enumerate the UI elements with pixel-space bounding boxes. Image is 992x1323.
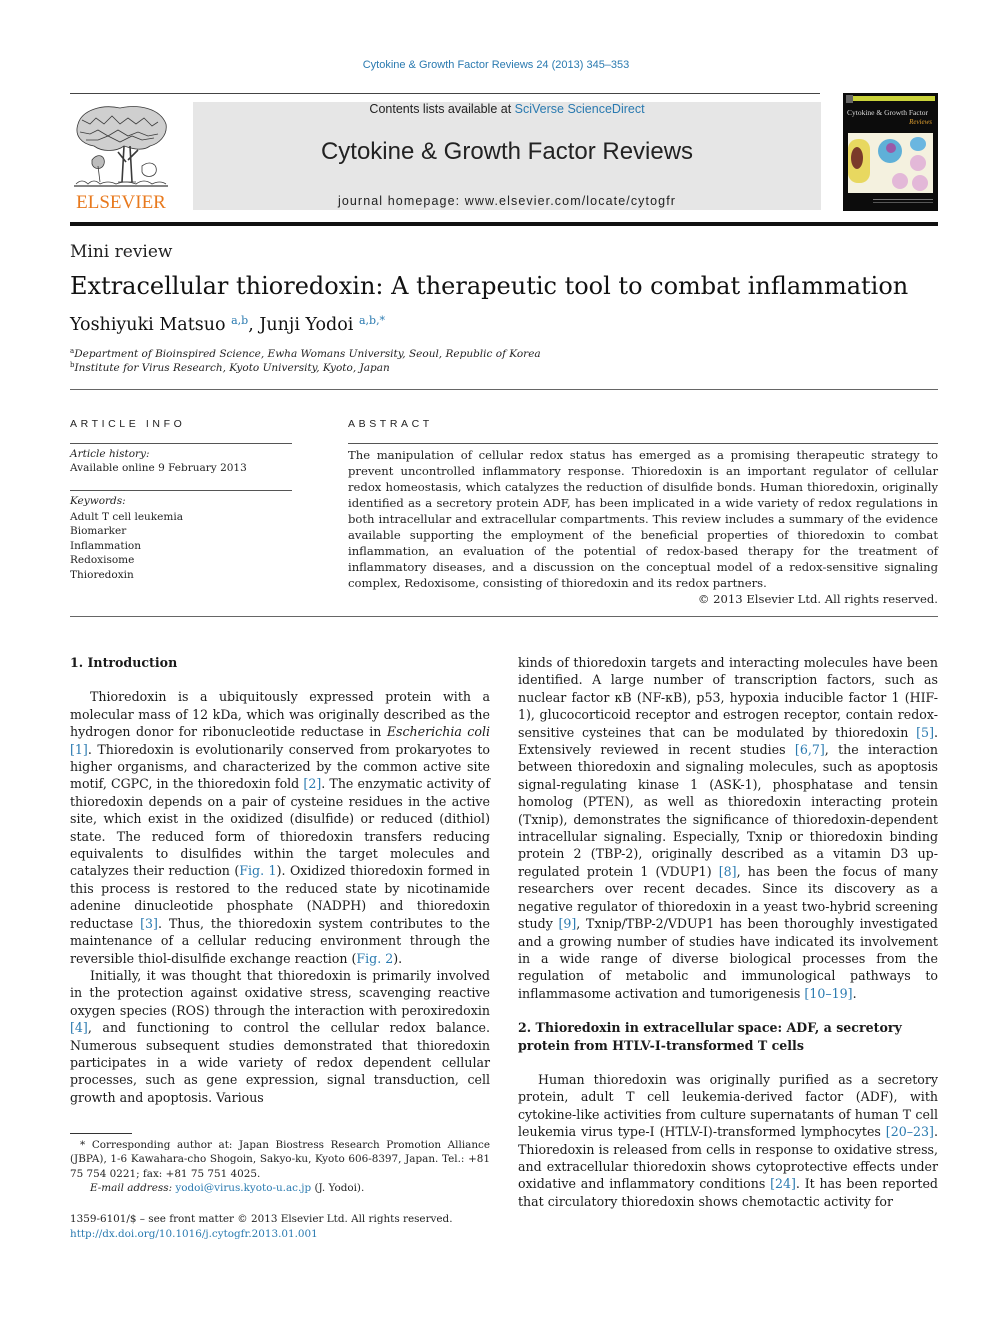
keyword-item: Inflammation: [70, 539, 142, 552]
body-paragraph-continued: kinds of thioredoxin targets and interac…: [518, 654, 938, 1002]
title-block-rule: [70, 389, 938, 390]
citation-link[interactable]: [2]: [303, 776, 321, 791]
affiliation-text: Institute for Virus Research, Kyoto Univ…: [74, 362, 390, 374]
contents-availability-line: Contents lists available at SciVerse Sci…: [193, 102, 821, 116]
author-separator: ,: [248, 315, 260, 335]
sciencedirect-link[interactable]: SciVerse ScienceDirect: [515, 102, 645, 116]
cover-cell-shape: [912, 175, 928, 191]
author-name: Junji Yodoi: [259, 315, 354, 335]
top-rule: [70, 93, 820, 94]
citation-link[interactable]: Fig. 2: [356, 951, 393, 966]
text-run: .: [852, 985, 857, 1001]
footnote-mark: *: [80, 1139, 86, 1151]
text-run: , the interaction between thioredoxin an…: [518, 742, 939, 879]
footnote-corresponding-text: Corresponding author at: Japan Biostress…: [70, 1139, 490, 1180]
article-history-label: Article history:: [70, 448, 150, 460]
front-matter: 1359-6101/$ – see front matter © 2013 El…: [70, 1212, 453, 1242]
abstract-end-rule: [70, 616, 938, 617]
keyword-item: Redoxisome: [70, 554, 135, 567]
citation-link[interactable]: [8]: [719, 864, 737, 879]
contents-prefix: Contents lists available at: [369, 102, 515, 116]
affiliation-a: aDepartment of Bioinspired Science, Ewha…: [70, 347, 541, 360]
cover-cell-shape: [910, 137, 926, 151]
text-run: kinds of thioredoxin targets and interac…: [518, 655, 938, 740]
cover-cell-shape: [886, 143, 896, 153]
journal-masthead-box: Contents lists available at SciVerse Sci…: [193, 102, 821, 210]
italic-text: Escherichia coli: [386, 724, 490, 740]
body-column-right: kinds of thioredoxin targets and interac…: [518, 654, 938, 1210]
journal-cover-thumbnail[interactable]: Cytokine & Growth Factor Reviews: [843, 93, 938, 211]
email-label: E-mail address:: [90, 1182, 176, 1195]
body-paragraph: Thioredoxin is a ubiquitously expressed …: [70, 688, 490, 967]
homepage-prefix: journal homepage:: [337, 194, 465, 208]
text-run: , Txnip/TBP-2/VDUP1 has been thoroughly …: [518, 916, 938, 1001]
cover-cell-shape: [892, 173, 908, 189]
affiliation-b: bInstitute for Virus Research, Kyoto Uni…: [70, 361, 390, 374]
article-history-value: Available online 9 February 2013: [70, 462, 247, 474]
author-affiliation-link[interactable]: a,b: [231, 314, 248, 327]
section-heading-extracellular: 2. Thioredoxin in extracellular space: A…: [518, 1020, 902, 1053]
keywords-label: Keywords:: [70, 495, 126, 507]
homepage-url[interactable]: www.elsevier.com/locate/cytogfr: [465, 194, 676, 208]
author-name: Yoshiyuki Matsuo: [70, 315, 226, 335]
citation-link[interactable]: [20–23]: [886, 1124, 934, 1139]
elsevier-wordmark: ELSEVIER: [76, 192, 166, 213]
cover-cell-shape: [851, 147, 863, 169]
citation-link[interactable]: [1]: [70, 742, 88, 757]
section-heading-introduction: 1. Introduction: [70, 655, 178, 670]
masthead-thick-rule: [70, 222, 938, 226]
body-column-left: 1. Introduction Thioredoxin is a ubiquit…: [70, 654, 490, 1106]
citation-link[interactable]: [5]: [916, 725, 934, 740]
elsevier-tree-icon: [74, 106, 168, 187]
citation-link[interactable]: [4]: [70, 1020, 88, 1035]
running-header-citation[interactable]: Cytokine & Growth Factor Reviews 24 (201…: [0, 59, 992, 71]
body-paragraph: Initially, it was thought that thioredox…: [70, 967, 490, 1106]
cover-footer-text: [873, 199, 933, 203]
keywords-list: Adult T cell leukemia Biomarker Inflamma…: [70, 510, 183, 582]
issn-line: 1359-6101/$ – see front matter © 2013 El…: [70, 1213, 453, 1225]
journal-title: Cytokine & Growth Factor Reviews: [320, 138, 694, 165]
article-title: Extracellular thioredoxin: A therapeutic…: [70, 272, 909, 300]
abstract-rule: [348, 443, 938, 444]
abstract-heading: ABSTRACT: [348, 418, 433, 430]
cover-header-bar: [853, 96, 935, 101]
article-type: Mini review: [70, 242, 173, 262]
text-run: Human thioredoxin was originally purifie…: [518, 1071, 938, 1140]
citation-link[interactable]: [10–19]: [804, 986, 852, 1001]
cover-title: Cytokine & Growth Factor: [847, 108, 929, 117]
journal-homepage-line: journal homepage: www.elsevier.com/locat…: [193, 194, 821, 208]
text-run: Initially, it was thought that thioredox…: [70, 967, 490, 1018]
keyword-item: Thioredoxin: [70, 568, 134, 581]
keyword-item: Biomarker: [70, 525, 127, 538]
cover-figure: [848, 133, 933, 193]
text-run: , and functioning to control the cellula…: [70, 1020, 490, 1105]
email-link[interactable]: yodoi@virus.kyoto-u.ac.jp: [175, 1182, 311, 1194]
citation-link[interactable]: [9]: [558, 916, 576, 931]
body-paragraph: Human thioredoxin was originally purifie…: [518, 1071, 938, 1210]
author-affiliation-link[interactable]: a,b,*: [359, 314, 385, 327]
keywords-rule: [70, 490, 292, 491]
affiliation-text: Department of Bioinspired Science, Ewha …: [74, 348, 541, 360]
elsevier-logo[interactable]: ELSEVIER: [70, 102, 172, 214]
keyword-item: Adult T cell leukemia: [70, 511, 183, 523]
abstract-text: The manipulation of cellular redox statu…: [348, 448, 938, 590]
citation-link[interactable]: [6,7]: [795, 742, 825, 757]
citation-link[interactable]: [24]: [770, 1176, 796, 1191]
cover-cell-shape: [910, 155, 926, 171]
doi-link[interactable]: http://dx.doi.org/10.1016/j.cytogfr.2013…: [70, 1228, 318, 1240]
abstract-copyright: © 2013 Elsevier Ltd. All rights reserved…: [697, 592, 938, 606]
author-list: Yoshiyuki Matsuo a,b, Junji Yodoi a,b,*: [70, 314, 385, 335]
footnote-rule: [70, 1133, 132, 1134]
email-suffix: (J. Yodoi).: [311, 1182, 365, 1195]
article-info-heading: ARTICLE INFO: [70, 418, 186, 430]
footnote-corresponding: * Corresponding author at: Japan Biostre…: [70, 1138, 490, 1181]
footnote-email-line: E-mail address: yodoi@virus.kyoto-u.ac.j…: [70, 1181, 490, 1195]
corresponding-author-footnote: * Corresponding author at: Japan Biostre…: [70, 1138, 490, 1196]
article-info-rule: [70, 443, 292, 444]
cover-subtitle: Reviews: [909, 118, 932, 126]
citation-link[interactable]: Fig. 1: [239, 863, 276, 878]
cover-publisher-logo: [846, 95, 853, 103]
citation-link[interactable]: [3]: [140, 916, 158, 931]
text-run: ).: [393, 950, 403, 966]
